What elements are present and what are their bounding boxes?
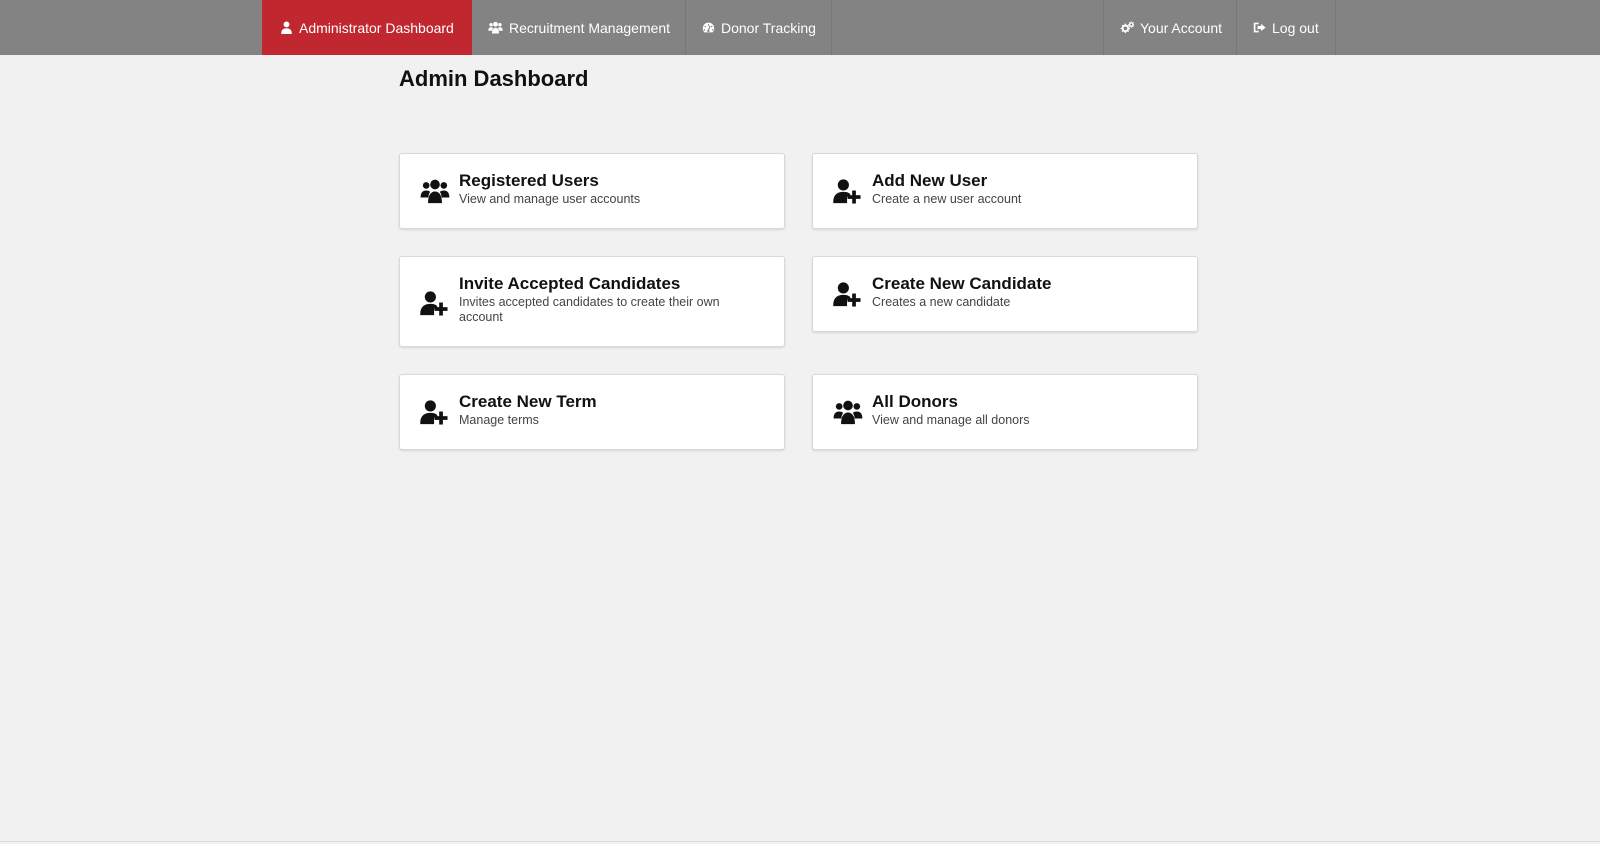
card-create-new-candidate[interactable]: Create New Candidate Creates a new candi… [812, 256, 1198, 332]
card-title: All Donors [872, 392, 958, 411]
gears-icon [1120, 21, 1134, 35]
card-text: Create New Candidate Creates a new candi… [872, 273, 1179, 310]
nav-recruitment-management-label: Recruitment Management [509, 19, 671, 36]
card-subtitle: Manage terms [459, 413, 539, 427]
page-title: Admin Dashboard [399, 66, 589, 91]
user-plus-icon [833, 281, 863, 307]
users-icon [488, 21, 503, 34]
nav-log-out-label: Log out [1272, 19, 1319, 36]
nav-left-group: Administrator Dashboard Recruitment Mana… [262, 0, 832, 55]
nav-recruitment-management[interactable]: Recruitment Management [472, 0, 686, 55]
card-text: All Donors View and manage all donors [872, 391, 1179, 428]
nav-administrator-dashboard-label: Administrator Dashboard [299, 19, 454, 36]
card-registered-users[interactable]: Registered Users View and manage user ac… [399, 153, 785, 229]
card-text: Invite Accepted Candidates Invites accep… [459, 273, 766, 325]
nav-administrator-dashboard[interactable]: Administrator Dashboard [262, 0, 472, 55]
sign-out-icon [1253, 21, 1266, 34]
nav-donor-tracking[interactable]: Donor Tracking [686, 0, 832, 55]
card-title: Invite Accepted Candidates [459, 274, 681, 293]
card-title: Create New Candidate [872, 274, 1052, 293]
dashboard-icon [702, 21, 715, 34]
card-subtitle: Creates a new candidate [872, 295, 1011, 309]
users-icon [420, 178, 450, 204]
card-subtitle: Invites accepted candidates to create th… [459, 295, 720, 324]
nav-your-account-label: Your Account [1140, 19, 1222, 36]
nav-donor-tracking-label: Donor Tracking [721, 19, 816, 36]
footer-divider [0, 841, 1600, 842]
user-plus-icon [420, 290, 450, 316]
nav-your-account[interactable]: Your Account [1103, 0, 1237, 55]
card-add-new-user[interactable]: Add New User Create a new user account [812, 153, 1198, 229]
card-title: Create New Term [459, 392, 597, 411]
card-text: Registered Users View and manage user ac… [459, 170, 766, 207]
card-title: Registered Users [459, 171, 599, 190]
card-subtitle: View and manage all donors [872, 413, 1030, 427]
card-subtitle: View and manage user accounts [459, 192, 641, 206]
card-text: Add New User Create a new user account [872, 170, 1179, 207]
card-create-new-term[interactable]: Create New Term Manage terms [399, 374, 785, 450]
nav-right-group: Your Account Log out [1103, 0, 1336, 55]
card-invite-accepted-candidates[interactable]: Invite Accepted Candidates Invites accep… [399, 256, 785, 347]
top-navbar: Administrator Dashboard Recruitment Mana… [0, 0, 1600, 55]
card-all-donors[interactable]: All Donors View and manage all donors [812, 374, 1198, 450]
card-title: Add New User [872, 171, 988, 190]
nav-log-out[interactable]: Log out [1237, 0, 1336, 55]
user-plus-icon [833, 178, 863, 204]
card-subtitle: Create a new user account [872, 192, 1022, 206]
card-text: Create New Term Manage terms [459, 391, 766, 428]
user-plus-icon [420, 399, 450, 425]
user-icon [280, 21, 293, 34]
users-icon [833, 399, 863, 425]
